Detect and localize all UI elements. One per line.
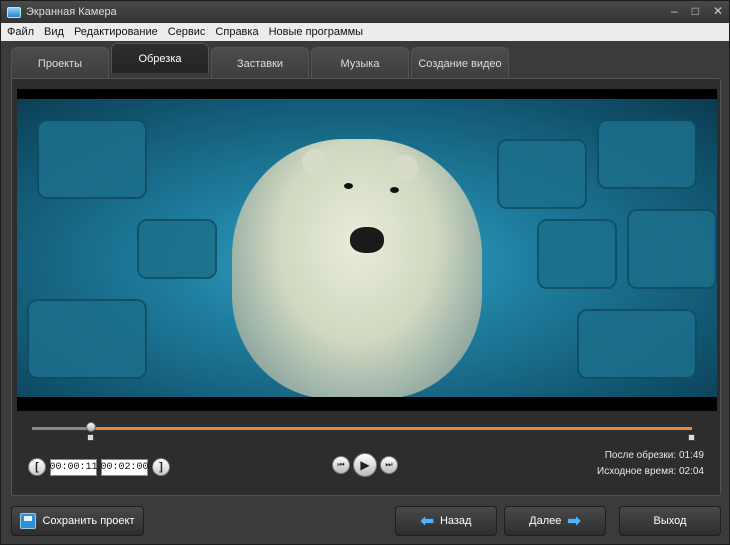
rock-shape [37, 119, 147, 199]
end-time-field[interactable]: 00:02:00 [101, 458, 149, 476]
save-project-button[interactable]: Сохранить проект [11, 506, 144, 536]
tab-create-video[interactable]: Создание видео [411, 47, 509, 79]
menu-help[interactable]: Справка [215, 26, 258, 38]
playback-controls: ⏮ ▶ ⏭ [332, 453, 398, 477]
bear-ear [392, 155, 418, 181]
tab-intros[interactable]: Заставки [211, 47, 309, 79]
source-time-row: Исходное время: 02:04 [597, 464, 704, 480]
next-label: Далее [529, 515, 562, 527]
trim-start-marker[interactable] [87, 434, 95, 441]
after-trim-value: 01:49 [678, 450, 704, 461]
forward-button[interactable]: ⏭ [380, 456, 398, 474]
rock-shape [597, 119, 697, 189]
save-project-label: Сохранить проект [42, 515, 135, 527]
app-icon [7, 6, 21, 18]
rock-shape [137, 219, 217, 279]
menu-service[interactable]: Сервис [168, 26, 206, 38]
menu-file[interactable]: Файл [7, 26, 34, 38]
arrow-right-icon: ➡ [567, 513, 581, 530]
source-time-label: Исходное время: [597, 466, 677, 477]
video-preview [17, 89, 717, 411]
back-label: Назад [439, 515, 472, 527]
polar-bear-image [232, 139, 482, 397]
set-start-button[interactable]: [ [28, 458, 46, 476]
rock-shape [537, 219, 617, 289]
after-trim-label: После обрезки: [604, 450, 677, 461]
bear-eye [344, 183, 353, 189]
start-time-field[interactable]: 00:00:11 [50, 458, 98, 476]
trim-controls: [ 00:00:11 00:02:00 ] [28, 458, 170, 476]
rock-shape [627, 209, 717, 289]
minimize-button[interactable]: – [671, 4, 678, 18]
bear-ear [302, 149, 328, 175]
back-button[interactable]: ⬅ Назад [395, 506, 497, 536]
bear-nose [350, 227, 384, 253]
bear-eye [390, 187, 399, 193]
rock-shape [27, 299, 147, 379]
video-frame [17, 99, 717, 397]
source-time-value: 02:04 [678, 466, 704, 477]
floppy-disk-icon [20, 513, 37, 529]
trim-timeline[interactable] [32, 427, 692, 430]
app-window: Экранная Камера – □ ✕ Файл Вид Редактиро… [0, 0, 730, 545]
rock-shape [497, 139, 587, 209]
trim-panel: [ 00:00:11 00:02:00 ] ⏮ ▶ ⏭ После обрезк… [11, 78, 721, 496]
window-title: Экранная Камера [26, 6, 117, 18]
play-button[interactable]: ▶ [353, 453, 377, 477]
tab-trim[interactable]: Обрезка [111, 43, 209, 73]
menu-edit[interactable]: Редактирование [74, 26, 158, 38]
rewind-button[interactable]: ⏮ [332, 456, 350, 474]
window-controls: – □ ✕ [671, 4, 723, 18]
maximize-button[interactable]: □ [692, 4, 699, 18]
trim-selection-bar [91, 427, 692, 430]
after-trim-row: После обрезки: 01:49 [597, 448, 704, 464]
trim-start-handle[interactable] [86, 422, 97, 432]
set-end-button[interactable]: ] [152, 458, 170, 476]
tab-projects[interactable]: Проекты [11, 47, 109, 79]
exit-button[interactable]: Выход [619, 506, 721, 536]
arrow-left-icon: ⬅ [420, 513, 434, 530]
next-button[interactable]: Далее ➡ [504, 506, 606, 536]
menu-bar: Файл Вид Редактирование Сервис Справка Н… [1, 23, 729, 41]
close-button[interactable]: ✕ [713, 4, 723, 18]
menu-view[interactable]: Вид [44, 26, 64, 38]
tab-music[interactable]: Музыка [311, 47, 409, 79]
tab-bar: Проекты Обрезка Заставки Музыка Создание… [11, 43, 509, 79]
trim-end-marker[interactable] [688, 434, 695, 441]
duration-info: После обрезки: 01:49 Исходное время: 02:… [597, 448, 704, 480]
title-bar: Экранная Камера – □ ✕ [1, 1, 729, 23]
rock-shape [577, 309, 697, 379]
exit-label: Выход [653, 515, 687, 527]
menu-new-programs[interactable]: Новые программы [269, 26, 363, 38]
